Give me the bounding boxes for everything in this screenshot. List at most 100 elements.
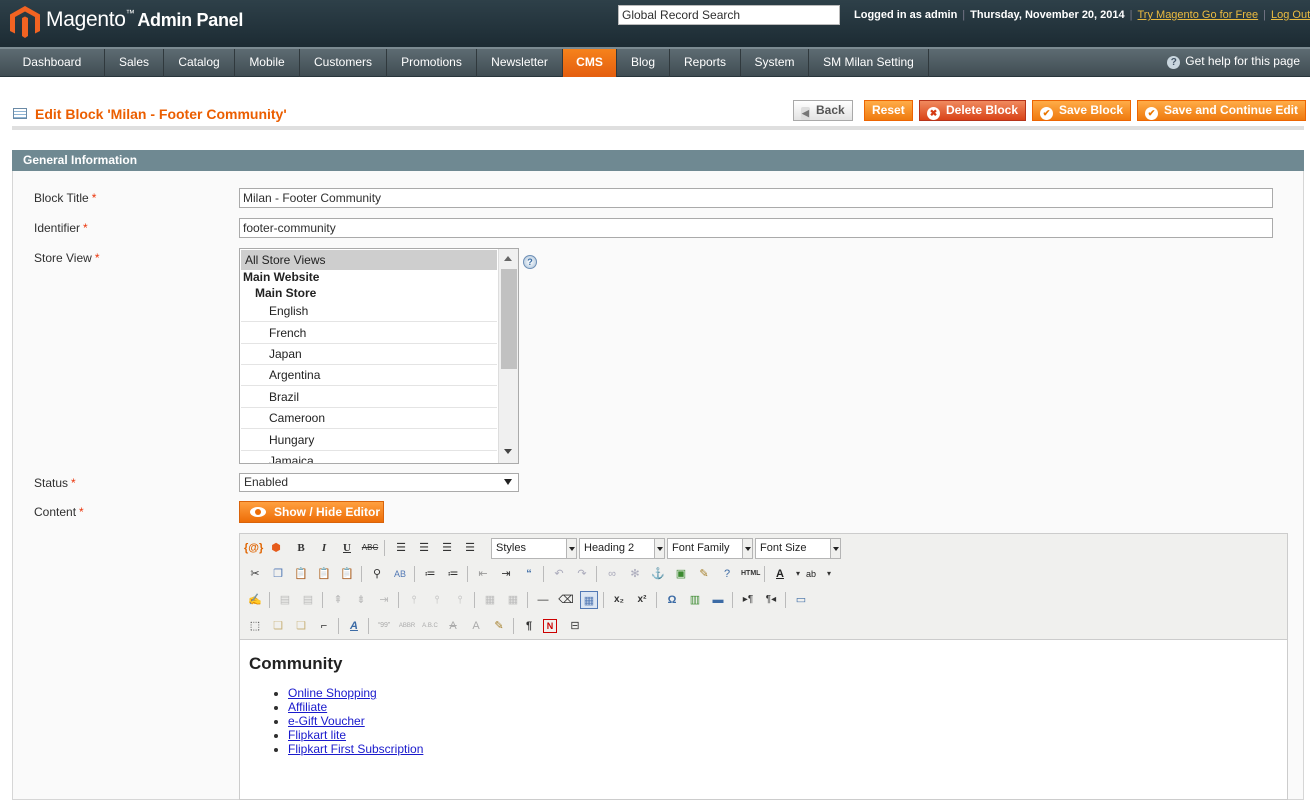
superscript-icon[interactable]: x² [633, 591, 651, 609]
move-backward-icon[interactable]: ❏ [292, 617, 310, 635]
format-select[interactable]: Heading 2 [579, 538, 665, 559]
nav-reports[interactable]: Reports [670, 49, 741, 77]
anchor-icon[interactable]: ⚓ [649, 565, 667, 583]
ltr-icon[interactable]: ▸¶ [739, 591, 757, 609]
image-icon[interactable]: ▣ [672, 565, 690, 583]
insert-layer-icon[interactable]: ⬚ [246, 617, 264, 635]
text-color-icon[interactable]: A [771, 565, 789, 583]
italic-icon[interactable]: I [315, 539, 333, 557]
logout-link[interactable]: Log Out [1271, 9, 1310, 21]
special-char-icon[interactable]: Ω [663, 591, 681, 609]
align-center-icon[interactable]: ☰ [415, 539, 433, 557]
table-icon[interactable]: ▦ [580, 591, 598, 609]
unlink-icon[interactable]: ✻ [626, 565, 644, 583]
html-source-icon[interactable]: HTML [741, 565, 760, 583]
global-search-input[interactable] [618, 5, 840, 25]
style-props-icon[interactable]: A [345, 617, 363, 635]
del-icon[interactable]: A [444, 617, 462, 635]
underline-icon[interactable]: U [338, 539, 356, 557]
font-family-select[interactable]: Font Family [667, 538, 753, 559]
content-link[interactable]: Flipkart First Subscription [288, 742, 423, 756]
store-view-option[interactable]: French [241, 323, 497, 344]
strikethrough-icon[interactable]: ABC [361, 539, 379, 557]
store-view-scrollbar[interactable] [498, 249, 518, 463]
content-link[interactable]: Flipkart lite [288, 728, 346, 742]
nav-sm-milan-setting[interactable]: SM Milan Setting [809, 49, 929, 77]
font-size-select[interactable]: Font Size [755, 538, 841, 559]
remove-format-icon[interactable]: ⌫ [557, 591, 575, 609]
insert-widget-icon[interactable]: ⬢ [267, 539, 285, 557]
insert-variable-icon[interactable]: {@} [244, 539, 263, 557]
merge-cells-icon[interactable]: ▦ [504, 591, 522, 609]
show-hide-editor-button[interactable]: Show / Hide Editor [239, 501, 384, 523]
content-link[interactable]: e-Gift Voucher [288, 714, 365, 728]
nav-sales[interactable]: Sales [105, 49, 164, 77]
scroll-down-icon[interactable] [504, 449, 512, 454]
insert-col-after-icon[interactable]: ⫯ [428, 591, 446, 609]
indent-icon[interactable]: ⇥ [497, 565, 515, 583]
fullscreen-icon[interactable]: ▭ [792, 591, 810, 609]
undo-icon[interactable]: ↶ [550, 565, 568, 583]
content-link[interactable]: Affiliate [288, 700, 327, 714]
cite-icon[interactable]: “99” [375, 617, 393, 635]
styles-select[interactable]: Styles [491, 538, 577, 559]
identifier-input[interactable] [239, 218, 1273, 238]
advanced-hr-icon[interactable]: ▬ [709, 591, 727, 609]
delete-block-button[interactable]: ✖ Delete Block [919, 100, 1027, 121]
move-forward-icon[interactable]: ❏ [269, 617, 287, 635]
insert-row-before-icon[interactable]: ⇞ [329, 591, 347, 609]
paste-text-icon[interactable]: 📋 [315, 565, 333, 583]
split-cells-icon[interactable]: ▦ [481, 591, 499, 609]
wysiwyg-content-area[interactable]: Community Online Shopping Affiliate e-Gi… [239, 639, 1288, 800]
nav-newsletter[interactable]: Newsletter [477, 49, 563, 77]
insert-col-before-icon[interactable]: ⫯ [405, 591, 423, 609]
scroll-up-icon[interactable] [504, 256, 512, 261]
show-visual-aid-icon[interactable]: ¶ [520, 617, 538, 635]
nav-cms[interactable]: CMS [563, 49, 617, 77]
media-icon[interactable]: ▥ [686, 591, 704, 609]
redo-icon[interactable]: ↷ [573, 565, 591, 583]
link-icon[interactable]: ∞ [603, 565, 621, 583]
edit-document-icon[interactable]: ✍ [246, 591, 264, 609]
bullet-list-icon[interactable]: ≔ [421, 565, 439, 583]
reset-button[interactable]: Reset [864, 100, 913, 121]
replace-icon[interactable]: AB [391, 565, 409, 583]
store-view-help-icon[interactable]: ? [523, 255, 537, 269]
horizontal-rule-icon[interactable]: — [534, 591, 552, 609]
scrollbar-thumb[interactable] [501, 269, 517, 369]
save-continue-button[interactable]: ✔ Save and Continue Edit [1137, 100, 1307, 121]
status-select[interactable]: Enabled [239, 473, 519, 492]
store-view-option[interactable]: English [241, 301, 497, 322]
nav-blog[interactable]: Blog [617, 49, 670, 77]
nav-catalog[interactable]: Catalog [164, 49, 235, 77]
store-view-multiselect[interactable]: All Store Views Main Website Main Store … [239, 248, 519, 464]
paste-word-icon[interactable]: 📋 [338, 565, 356, 583]
store-view-option[interactable]: Argentina [241, 365, 497, 386]
delete-row-icon[interactable]: ⇥ [375, 591, 393, 609]
attributes-icon[interactable]: ✎ [490, 617, 508, 635]
store-view-option[interactable]: Brazil [241, 387, 497, 408]
block-title-input[interactable] [239, 188, 1273, 208]
nav-dashboard[interactable]: Dashboard [0, 49, 105, 77]
bold-icon[interactable]: B [292, 539, 310, 557]
delete-col-icon[interactable]: ⫯ [451, 591, 469, 609]
store-view-option[interactable]: Hungary [241, 430, 497, 451]
nav-customers[interactable]: Customers [300, 49, 387, 77]
align-right-icon[interactable]: ☰ [438, 539, 456, 557]
help-link[interactable]: ? Get help for this page [1167, 54, 1300, 69]
ins-icon[interactable]: A [467, 617, 485, 635]
insert-row-after-icon[interactable]: ⇟ [352, 591, 370, 609]
align-justify-icon[interactable]: ☰ [461, 539, 479, 557]
absolute-position-icon[interactable]: ⌐ [315, 617, 333, 635]
nav-promotions[interactable]: Promotions [387, 49, 477, 77]
nav-mobile[interactable]: Mobile [235, 49, 300, 77]
cell-props-icon[interactable]: ▤ [299, 591, 317, 609]
table-props-icon[interactable]: ▤ [276, 591, 294, 609]
cut-icon[interactable]: ✂ [246, 565, 264, 583]
abbr-icon[interactable]: ABBR [398, 617, 416, 635]
store-view-option-all[interactable]: All Store Views [241, 250, 497, 271]
nonbreaking-icon[interactable]: N [543, 619, 557, 633]
highlight-color-icon[interactable]: ab [802, 565, 820, 583]
acronym-icon[interactable]: A.B.C [421, 617, 439, 635]
magento-logo-icon[interactable] [10, 6, 40, 39]
